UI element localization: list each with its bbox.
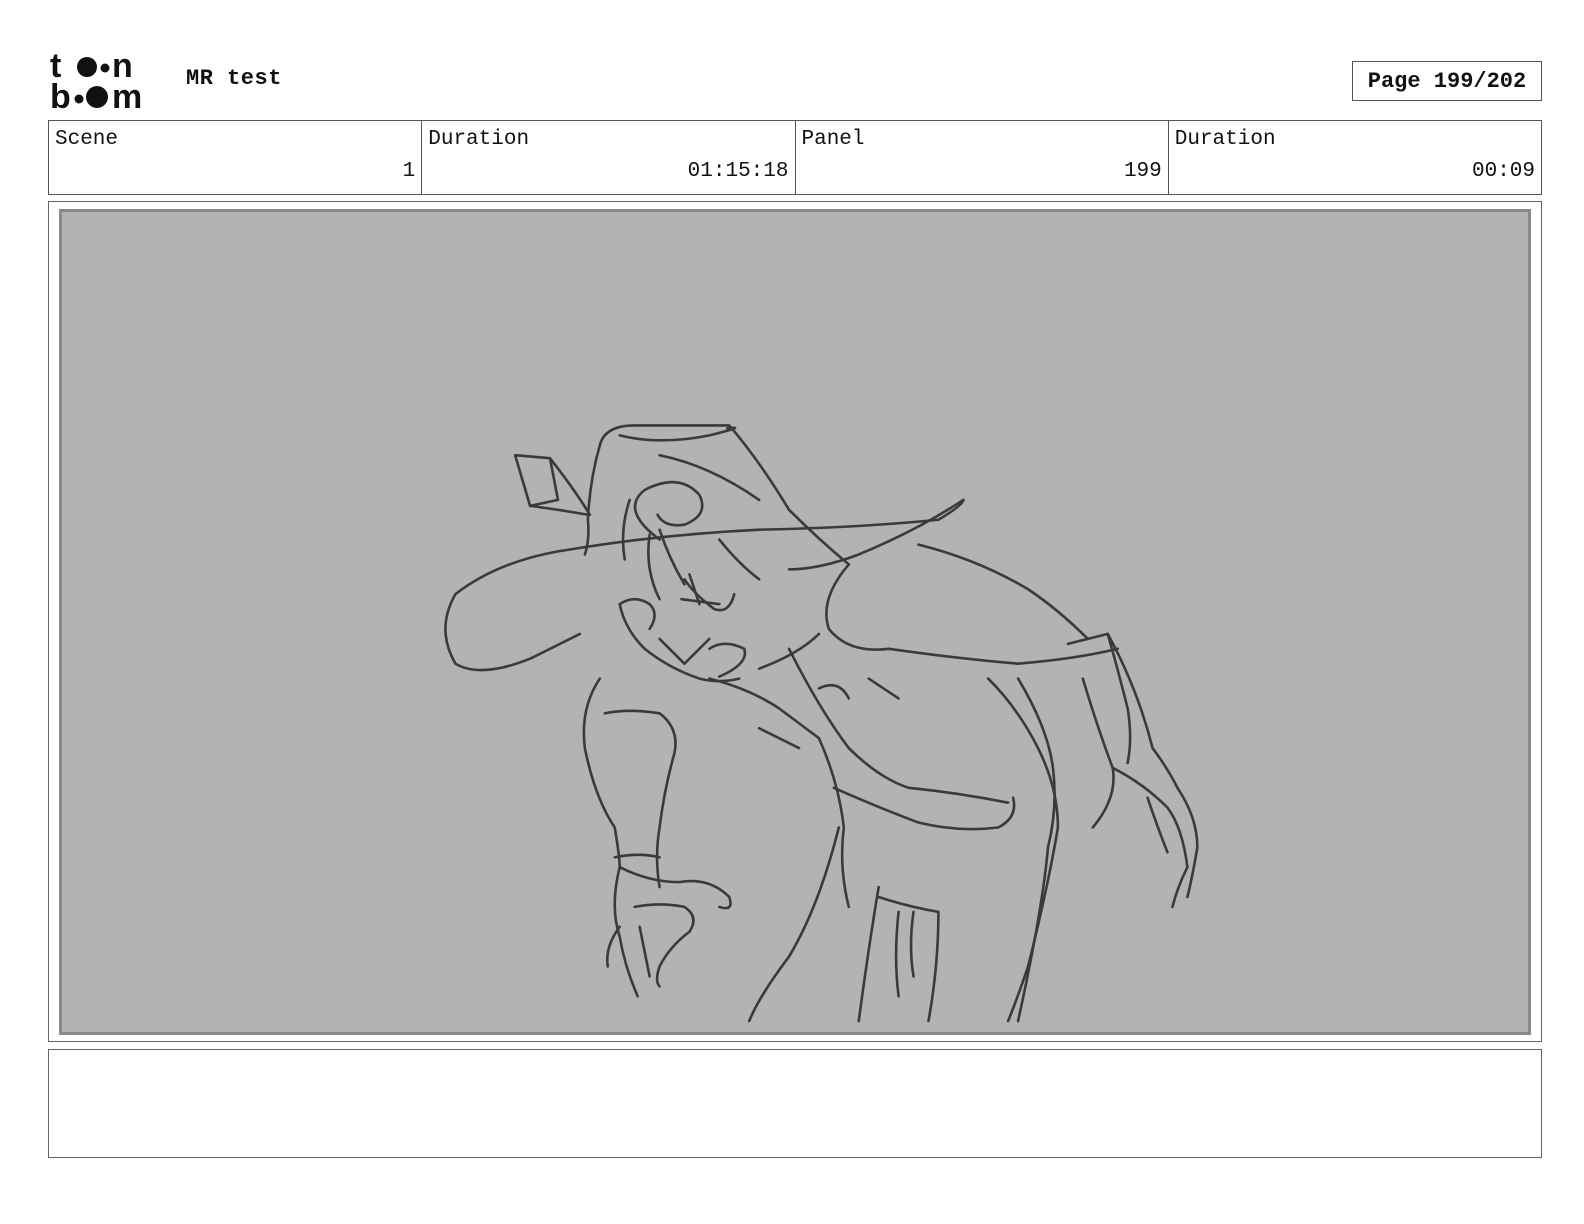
panel-duration-label: Duration — [1174, 128, 1276, 151]
scene-duration-label: Duration — [428, 128, 530, 151]
panel-label: Panel — [801, 128, 865, 151]
panel-notes-box — [48, 1049, 1542, 1158]
character-sketch — [444, 424, 1199, 1023]
svg-text:m: m — [112, 78, 142, 112]
panel-sketch-image — [59, 209, 1531, 1035]
scene-value: 1 — [402, 160, 416, 183]
project-title: MR test — [186, 66, 282, 91]
panel-frame — [48, 201, 1542, 1042]
scene-info-table: Scene 1 Duration 01:15:18 Panel 199 Dura… — [48, 120, 1542, 195]
svg-text:b: b — [50, 78, 71, 112]
panel-duration-value: 00:09 — [1471, 160, 1535, 183]
scene-duration-value: 01:15:18 — [687, 160, 789, 183]
panel-duration-cell: Duration 00:09 — [1169, 121, 1541, 194]
scene-duration-cell: Duration 01:15:18 — [422, 121, 796, 194]
page-counter: Page 199/202 — [1352, 61, 1542, 101]
scene-label: Scene — [55, 128, 119, 151]
toon-boom-logo: t n b m — [50, 50, 142, 112]
scene-cell: Scene 1 — [49, 121, 423, 194]
panel-value: 199 — [1123, 160, 1162, 183]
panel-cell: Panel 199 — [796, 121, 1169, 194]
